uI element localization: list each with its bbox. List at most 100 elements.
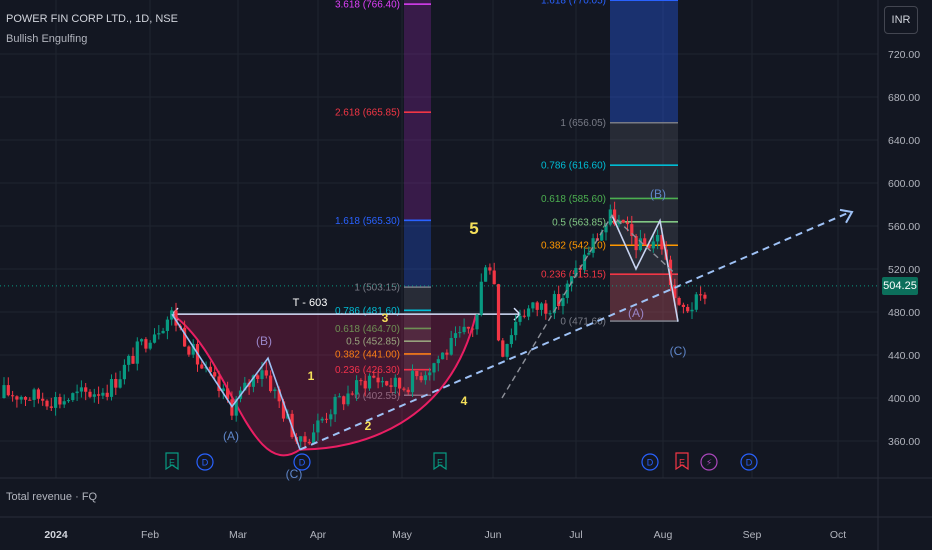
fib-right-level-label: 0.786 (616.60): [541, 161, 606, 172]
currency-button[interactable]: INR: [884, 6, 918, 34]
y-axis-tick-label: 720.00: [888, 49, 920, 61]
candle-body: [505, 344, 509, 357]
candle-body: [471, 328, 475, 330]
candle-body: [316, 420, 320, 433]
candle-body: [359, 380, 363, 382]
candle-body: [11, 395, 15, 397]
candle-body: [681, 304, 685, 307]
candle-body: [71, 393, 75, 401]
symbol-title[interactable]: POWER FIN CORP LTD., 1D, NSE: [6, 13, 178, 25]
candle-body: [101, 392, 105, 396]
x-axis-tick-label: Feb: [141, 529, 159, 541]
candle-body: [548, 313, 552, 315]
indicator-label[interactable]: Bullish Engulfing: [6, 33, 87, 45]
candle-body: [496, 284, 501, 341]
fib-left-level-label: 1 (503.15): [354, 283, 400, 294]
candle-body: [363, 380, 367, 389]
candle-body: [527, 308, 531, 317]
candle-body: [677, 297, 681, 305]
candle-body: [161, 330, 165, 334]
candle-body: [694, 294, 698, 310]
event-marker-label: ⚡: [706, 458, 712, 468]
candle-body: [453, 333, 458, 338]
candle-body: [432, 363, 436, 373]
candle-body: [127, 355, 131, 365]
candle-body: [557, 294, 561, 307]
candle-body: [449, 337, 453, 355]
candle-body: [350, 393, 354, 395]
candle-body: [372, 375, 376, 378]
elliott-wave-label: 5: [469, 219, 478, 238]
candle-body: [49, 406, 53, 408]
y-axis-tick-label: 360.00: [888, 436, 920, 448]
candle-body: [333, 396, 337, 415]
candle-body: [539, 303, 544, 310]
candle-body: [187, 346, 191, 355]
candle-body: [36, 389, 40, 399]
abc-wave-label: (C): [670, 344, 687, 358]
candle-body: [122, 364, 126, 380]
fib-right-level-label: 0.5 (563.85): [552, 217, 606, 228]
y-axis-tick-label: 560.00: [888, 221, 920, 233]
candle-body: [484, 267, 488, 282]
abc-wave-label: (B): [256, 334, 272, 348]
candle-body: [621, 219, 625, 223]
fib-left-level-label: 2.618 (665.85): [335, 108, 400, 119]
candle-body: [41, 398, 45, 401]
abc-wave-label: (A): [628, 306, 644, 320]
price-chart[interactable]: 720.00 680.00 640.00 600.00 560.00 520.00 480.…: [0, 0, 932, 550]
candle-body: [690, 309, 694, 312]
candle-body: [140, 339, 144, 342]
candle-body: [342, 396, 346, 405]
candle-body: [475, 314, 479, 330]
candle-body: [402, 388, 406, 390]
candle-body: [501, 340, 505, 357]
candle-body: [19, 396, 23, 400]
candle-body: [62, 401, 66, 405]
x-axis-tick-label: Jul: [569, 529, 582, 541]
x-axis-tick-label: Oct: [830, 529, 846, 541]
candle-body: [376, 377, 380, 383]
x-axis-tick-label: Mar: [229, 529, 248, 541]
candle-body: [522, 315, 526, 317]
y-axis-tick-label: 680.00: [888, 92, 920, 104]
candle-body: [406, 389, 410, 393]
candle-body: [131, 355, 135, 364]
candle-body: [535, 302, 539, 310]
event-marker-label: D: [746, 458, 753, 468]
candle-body: [97, 394, 101, 396]
candle-body: [492, 270, 496, 285]
candle-body: [324, 418, 329, 420]
x-axis-tick-label: Aug: [654, 529, 673, 541]
candle-body: [88, 391, 92, 397]
event-marker-label: E: [679, 458, 685, 468]
candle-body: [157, 333, 161, 335]
lower-pane-label[interactable]: Total revenue · FQ: [6, 491, 97, 503]
candle-body: [651, 241, 655, 249]
fib-right-zone-red: [610, 274, 678, 322]
candle-body: [299, 436, 303, 442]
candle-body: [32, 389, 36, 400]
neckline-label: T - 603: [293, 297, 328, 309]
candle-body: [260, 370, 264, 379]
candle-body: [114, 378, 118, 388]
candle-body: [699, 294, 703, 296]
candle-body: [582, 254, 587, 270]
candle-body: [544, 303, 548, 314]
candle-body: [445, 352, 449, 355]
candle-body: [165, 319, 169, 331]
candle-body: [92, 394, 96, 397]
candle-body: [514, 321, 518, 336]
candle-body: [303, 436, 307, 442]
candle-body: [329, 414, 333, 420]
candle-body: [15, 396, 19, 400]
candle-body: [118, 379, 122, 388]
candle-body: [337, 396, 341, 398]
candle-body: [380, 381, 384, 383]
candle-body: [269, 375, 273, 392]
candle-body: [428, 372, 432, 376]
y-axis-tick-label: 600.00: [888, 178, 920, 190]
candle-body: [213, 372, 217, 377]
candle-body: [2, 385, 6, 398]
abc-wave-label: (B): [650, 187, 666, 201]
